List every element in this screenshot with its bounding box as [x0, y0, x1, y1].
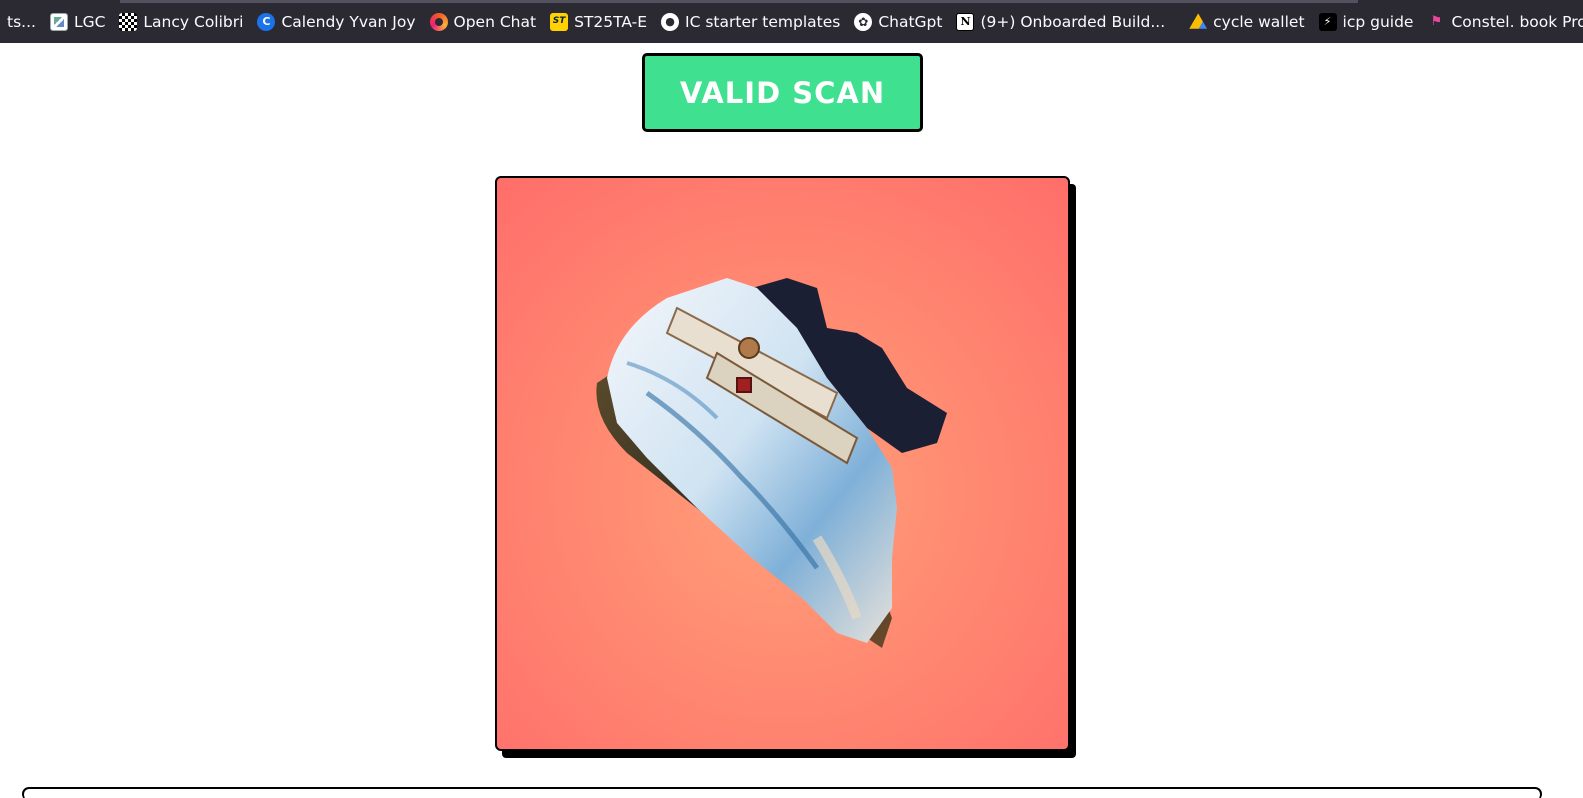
- bookmark-item-icp-guide[interactable]: ⚡ icp guide: [1312, 0, 1421, 43]
- sneaker-image: [596, 278, 947, 648]
- bookmark-label: LGC: [73, 12, 106, 31]
- shoe-rivet: [738, 337, 760, 359]
- bookmark-item-st25ta[interactable]: ST ST25TA-E: [543, 0, 654, 43]
- bookmark-label: Open Chat: [453, 12, 537, 31]
- bookmark-item-calendy[interactable]: C Calendy Yvan Joy: [250, 0, 422, 43]
- bookmark-label: Lancy Colibri: [143, 12, 244, 31]
- notion-icon: N: [956, 12, 975, 31]
- constel-icon: ⚑: [1430, 14, 1443, 29]
- bookmark-label: ST25TA-E: [574, 12, 648, 31]
- bookmark-item-open-chat[interactable]: Open Chat: [423, 0, 544, 43]
- bolt-icon: ⚡: [1318, 12, 1337, 31]
- bookmark-item-cycle-wallet[interactable]: cycle wallet: [1182, 0, 1311, 43]
- bookmark-item-onboarded-build[interactable]: N (9+) Onboarded Build...: [949, 0, 1172, 43]
- bookmark-label: icp guide: [1342, 12, 1414, 31]
- bookmark-label: IC starter templates: [685, 12, 841, 31]
- google-drive-icon: [1189, 13, 1208, 29]
- calendy-icon: C: [257, 12, 276, 31]
- bookmark-label: Constel. book Proton: [1451, 12, 1583, 31]
- openchat-icon: [429, 12, 448, 31]
- valid-scan-button[interactable]: VALID SCAN: [642, 53, 923, 132]
- bookmark-item-lgc[interactable]: LGC: [43, 0, 112, 43]
- bookmark-item-constel-book[interactable]: ⚑ Constel. book Proton: [1420, 0, 1583, 43]
- chatgpt-icon: ✿: [854, 12, 873, 31]
- bookmark-label: cycle wallet: [1213, 12, 1305, 31]
- bookmark-label: ts...: [7, 12, 36, 31]
- bookmark-item-lancy-colibri[interactable]: Lancy Colibri: [112, 0, 250, 43]
- shoe-patch: [736, 377, 752, 393]
- bookmark-label: ChatGpt: [878, 12, 943, 31]
- checker-icon: [119, 12, 138, 31]
- lgc-icon: [49, 12, 68, 31]
- section-divider: [22, 787, 1542, 798]
- st-icon: ST: [550, 12, 569, 31]
- bookmark-label: Calendy Yvan Joy: [281, 12, 416, 31]
- bookmark-item-ic-starter[interactable]: ● IC starter templates: [654, 0, 847, 43]
- tab-strip-edge: [120, 0, 1358, 3]
- bookmark-label: (9+) Onboarded Build...: [980, 12, 1166, 31]
- github-icon: ●: [661, 12, 680, 31]
- product-image-card: [495, 176, 1070, 751]
- bookmark-item-truncated[interactable]: ts...: [0, 0, 43, 43]
- bookmarks-bar: ts... LGC Lancy Colibri C Calendy Yvan J…: [0, 0, 1583, 43]
- bookmark-item-chatgpt[interactable]: ✿ ChatGpt: [847, 0, 949, 43]
